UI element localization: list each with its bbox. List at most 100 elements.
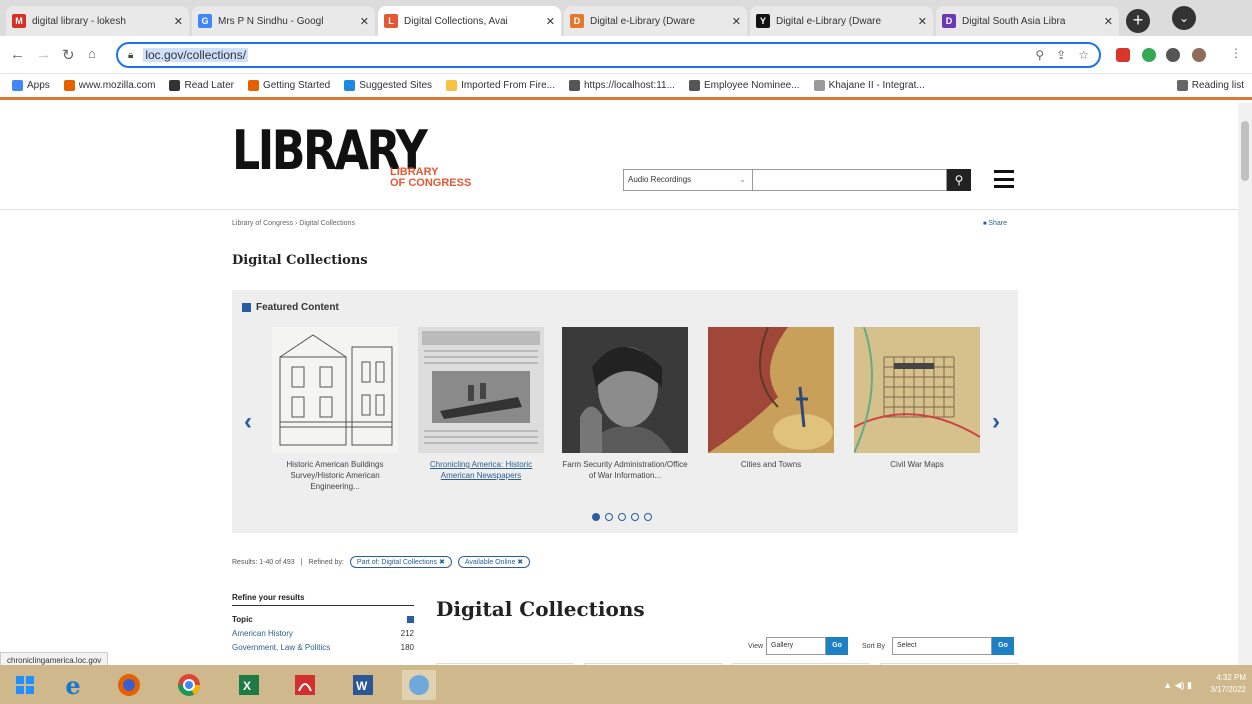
featured-caption[interactable]: Cities and Towns xyxy=(708,459,834,470)
search-input[interactable] xyxy=(753,169,947,191)
tab-search-button[interactable]: ⌄ xyxy=(1172,6,1196,30)
new-tab-button[interactable]: + xyxy=(1126,9,1150,33)
bookmark-favicon-icon xyxy=(813,80,825,91)
close-tab-icon[interactable]: ✕ xyxy=(732,15,741,28)
featured-thumbnail[interactable] xyxy=(562,327,688,453)
sort-select[interactable]: Select xyxy=(892,637,992,655)
pdf-reader-icon[interactable] xyxy=(288,670,322,700)
browser-tab[interactable]: D Digital e-Library (Dware ✕ xyxy=(564,6,747,36)
featured-item[interactable]: Chronicling America: Historic American N… xyxy=(418,327,544,481)
zoom-icon[interactable]: ⚲ xyxy=(1035,48,1044,62)
carousel-dot[interactable] xyxy=(618,513,626,521)
extension-icon[interactable] xyxy=(1142,48,1156,62)
filter-pill-digital-collections[interactable]: Part of: Digital Collections ✖ xyxy=(349,556,452,568)
browser-tab[interactable]: D Digital South Asia Libra ✕ xyxy=(936,6,1119,36)
tabs: Mdigital library - lokesh ✕ G Mrs P N Sindh… xyxy=(6,0,1122,36)
carousel-dot[interactable] xyxy=(644,513,652,521)
profile-avatar[interactable] xyxy=(1192,48,1206,62)
forward-icon[interactable]: → xyxy=(36,46,51,63)
carousel-next-icon[interactable]: › xyxy=(992,408,1000,436)
share-button[interactable]: ■ Share xyxy=(983,220,1007,227)
topic-facet-heading[interactable]: Topic xyxy=(232,615,414,624)
featured-thumbnail[interactable] xyxy=(418,327,544,453)
tab-favicon-icon: Y xyxy=(756,14,770,28)
bookmark-item[interactable]: Khajane II - Integrat... xyxy=(813,80,925,91)
close-tab-icon[interactable]: ✕ xyxy=(1104,15,1113,28)
browser-tab[interactable]: Mdigital library - lokesh ✕ xyxy=(6,6,189,36)
bookmark-item[interactable]: Suggested Sites xyxy=(344,80,432,91)
address-bar[interactable]: 🔒︎ loc.gov/collections/ ⚲ ⇪ ☆ xyxy=(116,42,1101,68)
search-button[interactable]: ⚲ xyxy=(947,169,971,191)
extension-icon[interactable] xyxy=(1116,48,1130,62)
internet-explorer-icon[interactable]: e xyxy=(56,670,90,700)
back-icon[interactable]: ← xyxy=(10,46,25,63)
close-tab-icon[interactable]: ✕ xyxy=(174,15,183,28)
featured-caption-link[interactable]: Chronicling America: Historic American N… xyxy=(418,459,544,481)
carousel-prev-icon[interactable]: ‹ xyxy=(244,408,252,436)
search-scope-select[interactable]: Audio Recordings ⌄ xyxy=(623,169,753,191)
bookmark-item[interactable]: www.mozilla.com xyxy=(63,80,155,91)
featured-item[interactable]: Farm Security Administration/Office of W… xyxy=(562,327,688,481)
featured-item[interactable]: Historic American Buildings Survey/Histo… xyxy=(272,327,398,492)
app-icon[interactable] xyxy=(402,670,436,700)
featured-caption[interactable]: Civil War Maps xyxy=(854,459,980,470)
taskbar-clock[interactable]: 4:32 PM 3/17/2022 xyxy=(1210,672,1246,696)
facet-government-law-politics[interactable]: Government, Law & Politics 180 xyxy=(232,643,414,652)
bookmark-item[interactable]: Imported From Fire... xyxy=(446,80,555,91)
browser-tab[interactable]: G Mrs P N Sindhu - Googl ✕ xyxy=(192,6,375,36)
sort-label: Sort By xyxy=(862,643,885,650)
bookmark-label: Employee Nominee... xyxy=(703,80,800,91)
reading-list-button[interactable]: Reading list xyxy=(1176,80,1244,91)
bookmark-star-icon[interactable]: ☆ xyxy=(1078,48,1089,62)
excel-icon[interactable]: X xyxy=(232,670,266,700)
browser-tab[interactable]: Y Digital e-Library (Dware ✕ xyxy=(750,6,933,36)
bookmark-item[interactable]: https://localhost:11... xyxy=(568,80,675,91)
firefox-icon[interactable] xyxy=(112,670,146,700)
reload-icon[interactable]: ↻ xyxy=(62,46,75,64)
bookmark-item[interactable]: Read Later xyxy=(169,80,234,91)
facet-american-history[interactable]: American History 212 xyxy=(232,629,414,638)
lock-icon[interactable]: 🔒︎ xyxy=(128,50,133,61)
filter-pill-available-online[interactable]: Available Online ✖ xyxy=(457,556,531,568)
system-tray[interactable]: ▲ ◀) ▮ xyxy=(1163,680,1192,691)
loc-logo-text[interactable]: LIBRARY OF CONGRESS xyxy=(390,167,471,189)
featured-item[interactable]: Civil War Maps xyxy=(854,327,980,470)
refine-heading: Refine your results xyxy=(232,593,414,606)
view-select[interactable]: Gallery xyxy=(766,637,826,655)
share-page-icon[interactable]: ⇪ xyxy=(1056,48,1066,62)
featured-thumbnail[interactable] xyxy=(854,327,980,453)
carousel-dot[interactable] xyxy=(631,513,639,521)
bookmark-label: Getting Started xyxy=(262,80,331,91)
featured-caption[interactable]: Farm Security Administration/Office of W… xyxy=(562,459,688,481)
close-tab-icon[interactable]: ✕ xyxy=(360,15,369,28)
carousel-dot[interactable] xyxy=(605,513,613,521)
hamburger-menu-icon[interactable] xyxy=(994,170,1014,188)
toggle-icon[interactable] xyxy=(242,303,251,312)
bookmark-item[interactable]: Employee Nominee... xyxy=(688,80,800,91)
extensions-puzzle-icon[interactable] xyxy=(1166,48,1180,62)
featured-item[interactable]: Cities and Towns xyxy=(708,327,834,470)
close-tab-icon[interactable]: ✕ xyxy=(918,15,927,28)
chrome-icon[interactable] xyxy=(172,670,206,700)
url-text[interactable]: loc.gov/collections/ xyxy=(143,48,249,62)
breadcrumb[interactable]: Library of Congress › Digital Collection… xyxy=(232,220,355,227)
home-icon[interactable]: ⌂ xyxy=(88,46,96,61)
featured-thumbnail[interactable] xyxy=(708,327,834,453)
browser-tab[interactable]: L Digital Collections, Avai ✕ xyxy=(378,6,561,36)
featured-caption[interactable]: Historic American Buildings Survey/Histo… xyxy=(272,459,398,492)
collapse-icon[interactable] xyxy=(407,616,414,623)
page-scrollbar[interactable] xyxy=(1238,103,1252,665)
windows-start-icon[interactable] xyxy=(8,670,42,700)
sort-go-button[interactable]: Go xyxy=(992,637,1014,655)
featured-thumbnail[interactable] xyxy=(272,327,398,453)
view-go-button[interactable]: Go xyxy=(826,637,848,655)
bookmark-item[interactable]: Getting Started xyxy=(247,80,331,91)
kebab-menu-icon[interactable]: ⋮ xyxy=(1230,46,1242,60)
close-tab-icon[interactable]: ✕ xyxy=(546,15,555,28)
carousel-dot[interactable] xyxy=(592,513,600,521)
bookmark-list: Apps www.mozilla.com Read Later Getting Sta… xyxy=(12,80,925,91)
word-icon[interactable]: W xyxy=(346,670,380,700)
bookmark-item[interactable]: Apps xyxy=(12,80,50,91)
logo-sub-line-2: OF CONGRESS xyxy=(390,177,472,189)
scrollbar-thumb[interactable] xyxy=(1241,121,1249,181)
